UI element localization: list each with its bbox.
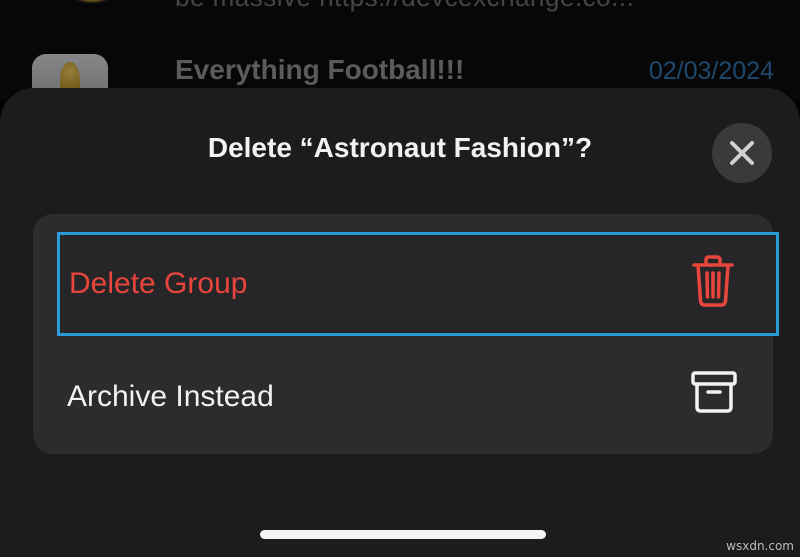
screen: be massive https://devcexchange.co... Ev… [0, 0, 800, 557]
watermark: wsxdn.com [726, 539, 794, 553]
home-indicator[interactable] [260, 530, 546, 539]
close-x-icon [730, 141, 754, 165]
options-group: Delete Group Archive Instead [33, 214, 779, 454]
delete-group-label: Delete Group [69, 267, 248, 300]
archive-box-icon [691, 370, 737, 419]
close-button[interactable] [712, 123, 772, 183]
delete-action-sheet: Delete “Astronaut Fashion”? Delete Group [0, 88, 800, 557]
trash-icon [690, 253, 736, 314]
archive-instead-label: Archive Instead [67, 380, 274, 413]
sheet-title: Delete “Astronaut Fashion”? [207, 132, 593, 163]
delete-group-button[interactable]: Delete Group [57, 232, 779, 336]
archive-instead-button[interactable]: Archive Instead [33, 344, 773, 448]
